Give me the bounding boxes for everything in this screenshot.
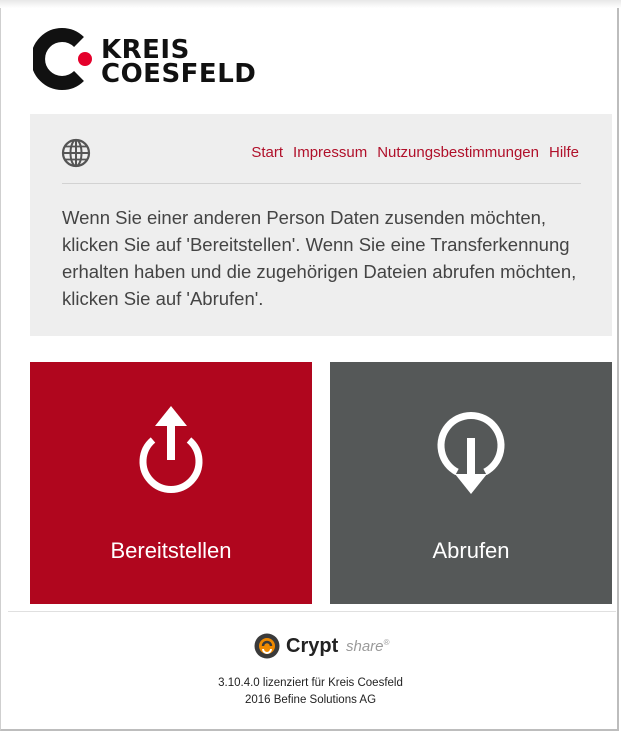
download-power-icon — [437, 412, 505, 494]
nav-link-nutzungsbestimmungen[interactable]: Nutzungsbestimmungen — [377, 144, 539, 161]
abrufen-label: Abrufen — [432, 538, 510, 563]
abrufen-button[interactable]: Abrufen — [330, 362, 612, 604]
info-panel: Start Impressum Nutzungsbestimmungen Hilfe … — [30, 114, 612, 336]
cryptshare-suffix: share® — [346, 638, 390, 655]
top-nav: Start Impressum Nutzungsbestimmungen Hilfe — [241, 144, 579, 161]
cryptshare-logo: Crypt share® — [254, 633, 394, 659]
logo-c-icon — [33, 28, 92, 90]
divider — [62, 183, 581, 184]
top-shadow — [0, 0, 621, 8]
license-text: 3.10.4.0 lizenziert für Kreis Coesfeld — [218, 677, 403, 689]
footer-divider — [8, 611, 616, 612]
nav-link-impressum[interactable]: Impressum — [293, 144, 367, 161]
bereitstellen-label: Bereitstellen — [110, 538, 232, 563]
upload-power-icon — [139, 406, 203, 493]
globe-icon[interactable] — [61, 138, 91, 168]
copyright-text: 2016 Befine Solutions AG — [244, 694, 377, 706]
logo-wordmark: KREIS COESFELD — [101, 37, 257, 89]
nav-link-hilfe[interactable]: Hilfe — [549, 144, 579, 161]
cryptshare-mark-icon — [254, 633, 280, 659]
nav-link-start[interactable]: Start — [251, 144, 283, 161]
kreis-coesfeld-logo: KREIS COESFELD — [33, 28, 263, 96]
info-text: Wenn Sie einer anderen Person Daten zuse… — [62, 207, 577, 309]
logo-line-2: COESFELD — [101, 59, 257, 89]
bereitstellen-button[interactable]: Bereitstellen — [30, 362, 312, 604]
cryptshare-name: Crypt — [286, 635, 339, 657]
